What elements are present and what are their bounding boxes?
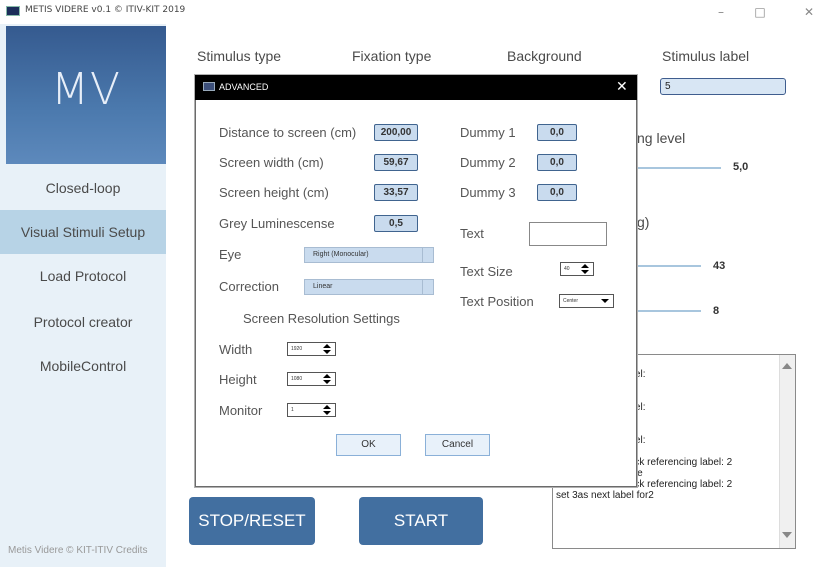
level-slider[interactable] [637, 167, 721, 169]
sidebar-item-visual-stimuli-setup[interactable]: Visual Stimuli Setup [0, 210, 166, 254]
eye-select[interactable]: Right (Monocular) [304, 247, 434, 263]
sidebar-item-closed-loop[interactable]: Closed-loop [0, 166, 166, 210]
height-label: Height [219, 372, 257, 387]
scroll-up-icon[interactable] [782, 363, 792, 369]
text-size-label: Text Size [460, 264, 513, 279]
spin-down-icon[interactable] [581, 270, 589, 274]
app-icon [6, 6, 20, 16]
correction-label: Correction [219, 279, 279, 294]
dialog-app-icon [203, 82, 215, 91]
dummy2-input[interactable]: 0,0 [537, 154, 577, 171]
minimize-button[interactable]: – [707, 2, 735, 22]
distance-input[interactable]: 200,00 [374, 124, 418, 141]
text-size-spin-arrows[interactable] [581, 264, 589, 274]
sidebar-item-mobilecontrol[interactable]: MobileControl [0, 344, 166, 388]
screen-width-label: Screen width (cm) [219, 155, 324, 170]
dummy1-label: Dummy 1 [460, 125, 516, 140]
logo: MV [50, 64, 122, 115]
level-label: ng level [637, 130, 686, 146]
eye-label: Eye [219, 247, 242, 262]
footer-credits[interactable]: Metis Videre © KIT-ITIV Credits [8, 545, 147, 556]
log-line: set 3as next label for2 [556, 490, 654, 501]
stimulus-type-header: Stimulus type [197, 48, 282, 64]
width-label: Width [219, 342, 253, 357]
spin-down-icon[interactable] [323, 380, 331, 384]
fixation-type-header: Fixation type [352, 48, 432, 64]
monitor-label: Monitor [219, 403, 263, 418]
window-title: METIS VIDERE v0.1 © ITIV-KIT 2019 [25, 5, 186, 15]
text-label: Text [460, 226, 484, 241]
third-value: 8 [713, 305, 720, 317]
screen-width-input[interactable]: 59,67 [374, 154, 418, 171]
dummy3-input[interactable]: 0,0 [537, 184, 577, 201]
spin-down-icon[interactable] [323, 350, 331, 354]
correction-select[interactable]: Linear [304, 279, 434, 295]
stimulus-label-header: Stimulus label [662, 48, 750, 64]
close-button[interactable]: ✕ [795, 2, 823, 22]
text-position-label: Text Position [460, 294, 534, 309]
scroll-down-icon[interactable] [782, 532, 792, 538]
third-slider[interactable] [637, 310, 701, 312]
dummy2-label: Dummy 2 [460, 155, 516, 170]
width-spin-arrows[interactable] [323, 344, 331, 354]
text-input[interactable] [529, 222, 607, 246]
background-header: Background [507, 48, 582, 64]
height-spin-arrows[interactable] [323, 374, 331, 384]
screen-height-label: Screen height (cm) [219, 185, 329, 200]
level-value: 5,0 [733, 161, 749, 173]
ok-button[interactable]: OK [336, 434, 401, 456]
correction-dropdown-button[interactable] [422, 280, 433, 294]
sidebar-item-load-protocol[interactable]: Load Protocol [0, 254, 166, 298]
dummy3-label: Dummy 3 [460, 185, 516, 200]
distance-label: Distance to screen (cm) [219, 125, 357, 140]
resolution-heading: Screen Resolution Settings [243, 311, 400, 326]
dummy1-input[interactable]: 0,0 [537, 124, 577, 141]
size-slider[interactable] [637, 265, 701, 267]
chevron-down-icon[interactable] [601, 299, 609, 303]
screen-height-input[interactable]: 33,57 [374, 184, 418, 201]
grey-luminescense-input[interactable]: 0,5 [374, 215, 418, 232]
stimulus-label-input[interactable]: 5 [660, 78, 786, 95]
stop-reset-button[interactable]: STOP/RESET [189, 497, 315, 545]
grey-luminescense-label: Grey Luminescense [219, 216, 335, 231]
sidebar-item-protocol-creator[interactable]: Protocol creator [0, 300, 166, 344]
monitor-spin-arrows[interactable] [323, 405, 331, 415]
eye-dropdown-button[interactable] [422, 248, 433, 262]
start-button[interactable]: START [359, 497, 483, 545]
spin-down-icon[interactable] [323, 411, 331, 415]
dialog-title: ADVANCED [219, 82, 269, 92]
log-scrollbar[interactable] [779, 355, 795, 548]
cancel-button[interactable]: Cancel [425, 434, 490, 456]
deg-label: g) [637, 214, 650, 230]
maximize-button[interactable]: □ [746, 2, 774, 22]
dialog-close-icon[interactable]: ✕ [616, 79, 628, 95]
size-value: 43 [713, 260, 726, 272]
